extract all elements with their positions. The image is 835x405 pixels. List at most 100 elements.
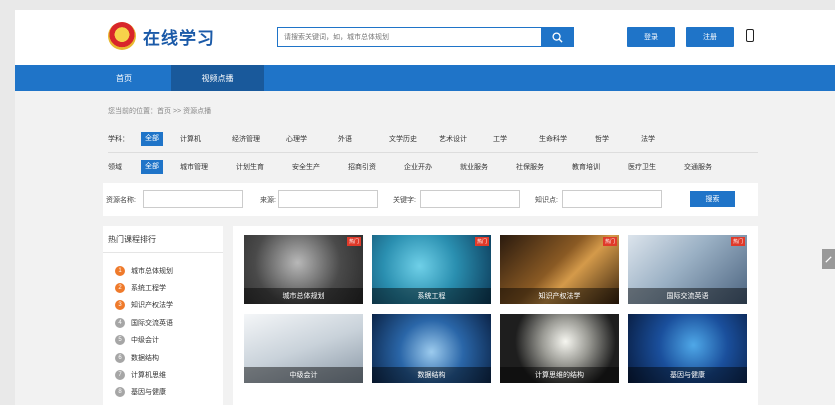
course-title: 中级会计 [244,367,363,383]
nav-item-home[interactable]: 首页 [93,65,155,91]
ranking-item-label: 基因与健康 [131,389,166,397]
subject-option[interactable]: 哲学 [592,134,612,144]
subject-option[interactable]: 法学 [638,134,658,144]
search-button[interactable] [541,28,573,46]
ranking-item[interactable]: 4 国际交流英语 [115,314,173,331]
ranking-title: 热门课程排行 [108,235,156,244]
ranking-item-label: 城市总体规划 [131,267,173,275]
search-box [277,27,574,47]
keyword-input[interactable] [420,190,520,208]
source-label: 来源: [260,197,276,204]
field-option[interactable]: 社保服务 [513,162,547,172]
ranking-item-label: 系统工程学 [131,285,166,293]
nav-item-video-on-demand[interactable]: 视频点播 [171,65,264,91]
keyword-label: 关键字: [393,197,416,204]
course-title: 计算思维的结构 [500,367,619,383]
resource-search-button[interactable]: 搜索 [690,191,735,207]
ranking-item-label: 数据结构 [131,354,159,362]
rank-number: 5 [115,335,125,346]
course-card[interactable]: 热门 知识产权法学 [500,235,619,304]
course-title: 国际交流英语 [628,288,747,304]
course-card[interactable]: 基因与健康 [628,314,747,383]
course-title: 系统工程 [372,288,491,304]
course-card[interactable]: 热门 城市总体规划 [244,235,363,304]
login-button[interactable]: 登录 [627,27,675,47]
hot-badge: 热门 [474,237,489,246]
search-icon [551,31,563,43]
field-filter: 领域 全部 城市管理 计划生育 安全生产 招商引资 企业开办 就业服务 社保服务… [108,156,758,178]
ranking-item[interactable]: 8 基因与健康 [115,384,173,401]
subject-option[interactable]: 文学历史 [386,134,420,144]
rank-number: 2 [115,283,125,294]
search-input[interactable] [278,28,541,46]
subject-option[interactable]: 计算机 [177,134,204,144]
ranking-item-label: 中级会计 [131,337,159,345]
source-input[interactable] [278,190,378,208]
course-title: 数据结构 [372,367,491,383]
course-card[interactable]: 数据结构 [372,314,491,383]
rank-number: 1 [115,265,125,276]
ranking-item[interactable]: 6 数据结构 [115,349,173,366]
course-title: 基因与健康 [628,367,747,383]
ranking-item[interactable]: 2 系统工程学 [115,279,173,296]
field-option[interactable]: 企业开办 [401,162,435,172]
logo-text: 在线学习 [143,28,215,49]
subject-option[interactable]: 外语 [335,134,355,144]
subject-option-all[interactable]: 全部 [141,132,163,146]
subject-filter-label: 学科： [108,136,129,143]
field-option[interactable]: 安全生产 [289,162,323,172]
ranking-item[interactable]: 7 计算机思维 [115,366,173,383]
field-option-all[interactable]: 全部 [141,160,163,174]
subject-option[interactable]: 经济管理 [229,134,263,144]
subject-option[interactable]: 工学 [490,134,510,144]
side-collapse-button[interactable] [822,249,835,269]
resource-search-form: 资源名称: 来源: 关键字: 知识点: 搜索 [103,183,758,216]
hot-badge: 热门 [602,237,617,246]
main-nav: 首页 视频点播 [15,65,835,91]
page: 在线学习 登录 注册 首页 视频点播 您当前的位置：首页 >> 资源点播 学科：… [15,10,835,405]
arrow-up-right-icon [825,255,832,263]
breadcrumb: 您当前的位置：首页 >> 资源点播 [108,108,212,115]
emblem-icon [108,22,136,50]
ranking-item-label: 国际交流英语 [131,319,173,327]
divider [108,152,758,153]
ranking-item[interactable]: 5 中级会计 [115,332,173,349]
course-title: 城市总体规划 [244,288,363,304]
field-option[interactable]: 医疗卫生 [625,162,659,172]
resource-name-label: 资源名称: [106,197,136,204]
field-option[interactable]: 城市管理 [177,162,211,172]
course-title: 知识产权法学 [500,288,619,304]
subject-option[interactable]: 心理学 [283,134,310,144]
site-logo[interactable]: 在线学习 [108,22,215,50]
hot-badge: 热门 [730,237,745,246]
rank-number: 3 [115,300,125,311]
resource-name-input[interactable] [143,190,243,208]
ranking-list: 1 城市总体规划 2 系统工程学 3 知识产权法学 4 国际交流英语 5 中级会计 6 数据… [115,262,173,401]
divider [103,252,223,253]
course-card[interactable]: 中级会计 [244,314,363,383]
ranking-item[interactable]: 3 知识产权法学 [115,297,173,314]
ranking-item-label: 计算机思维 [131,372,166,380]
rank-number: 7 [115,370,125,381]
rank-number: 8 [115,387,125,398]
knowledge-point-input[interactable] [562,190,662,208]
field-option[interactable]: 交通服务 [681,162,715,172]
field-option[interactable]: 计划生育 [233,162,267,172]
mobile-phone-icon[interactable] [746,29,754,42]
course-card[interactable]: 热门 国际交流英语 [628,235,747,304]
field-filter-label: 领域 [108,164,122,171]
field-option[interactable]: 就业服务 [457,162,491,172]
subject-option[interactable]: 生命科学 [536,134,570,144]
register-button[interactable]: 注册 [686,27,734,47]
ranking-item[interactable]: 1 城市总体规划 [115,262,173,279]
field-option[interactable]: 教育培训 [569,162,603,172]
course-card[interactable]: 热门 系统工程 [372,235,491,304]
subject-option[interactable]: 艺术设计 [436,134,470,144]
subject-filter: 学科： 全部 计算机 经济管理 心理学 外语 文学历史 艺术设计 工学 生命科学… [108,128,758,150]
course-grid: 热门 城市总体规划 热门 系统工程 热门 知识产权法学 热门 国际交流英语 中级… [233,226,758,405]
field-option[interactable]: 招商引资 [345,162,379,172]
course-card[interactable]: 计算思维的结构 [500,314,619,383]
ranking-item-label: 知识产权法学 [131,302,173,310]
hot-badge: 热门 [346,237,361,246]
knowledge-point-label: 知识点: [535,197,558,204]
